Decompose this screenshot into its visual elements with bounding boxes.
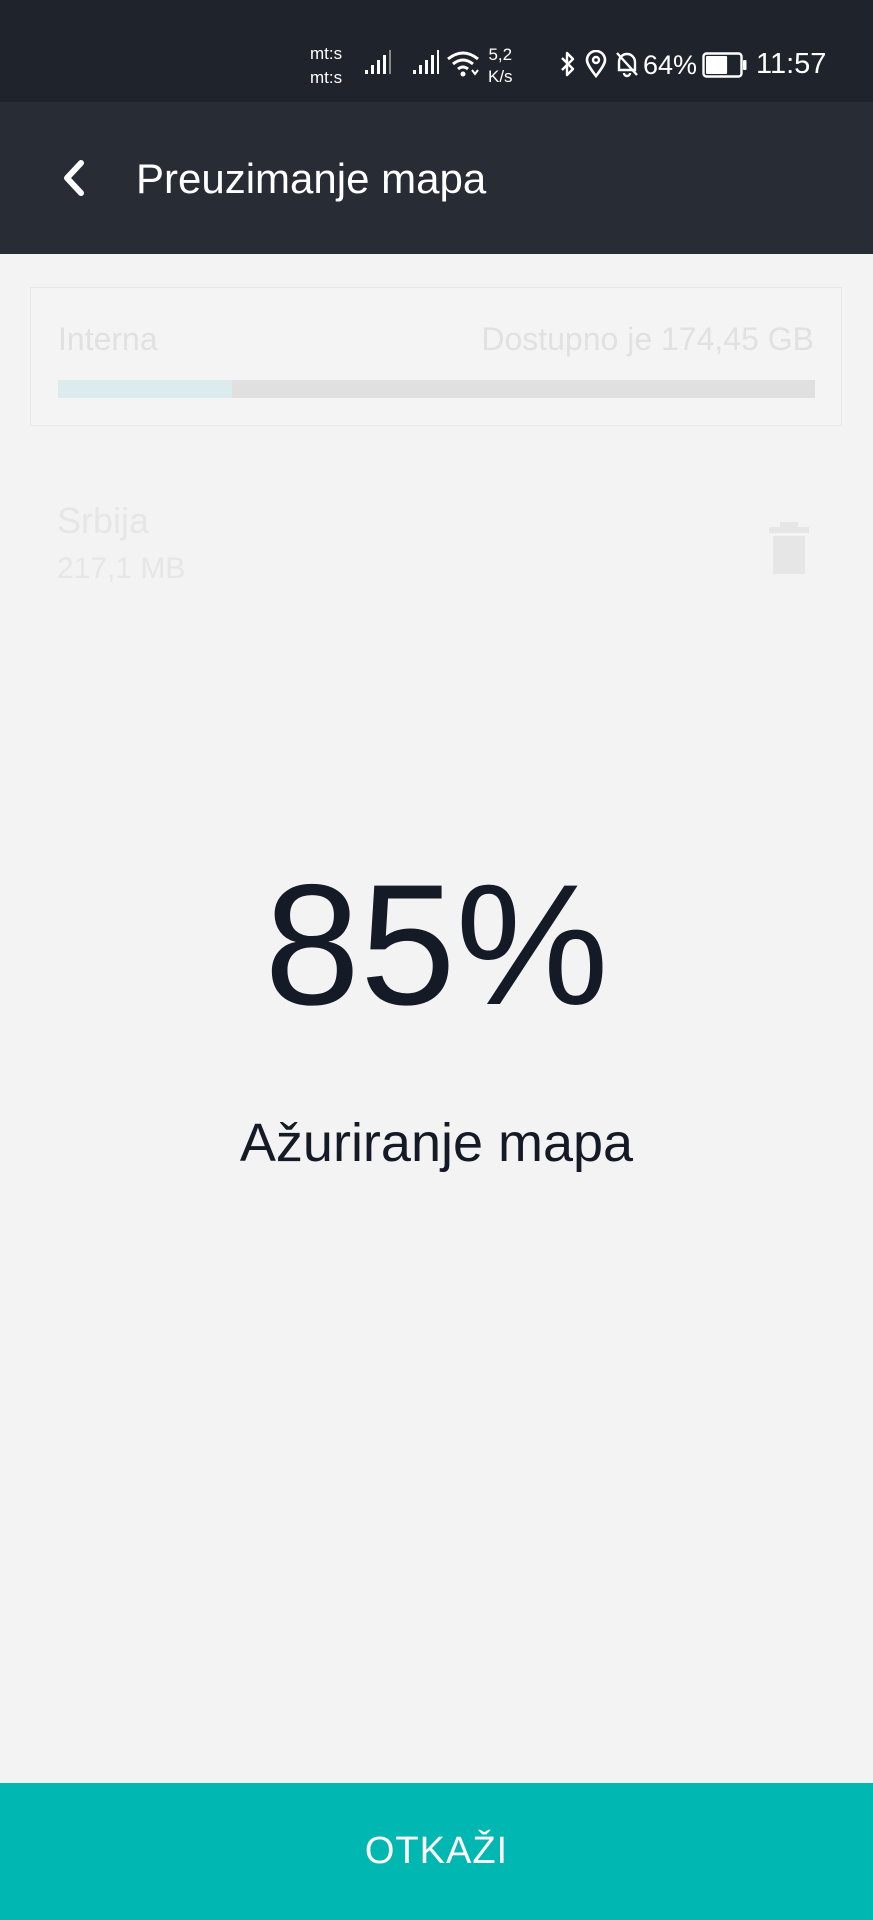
map-name: Srbija (57, 500, 150, 541)
signal-icon (365, 50, 391, 74)
storage-usage-bar (58, 380, 815, 398)
signal-icon (413, 50, 439, 74)
map-size: 217,1 MB (57, 552, 186, 585)
storage-available: Dostupno je 174,45 GB (481, 321, 814, 357)
app-bar: Preuzimanje mapa (0, 102, 873, 254)
location-icon (585, 50, 607, 78)
chevron-left-icon (64, 160, 84, 196)
status-bar: mt:s mt:s 5,2 K/s 64% 11:57 (0, 0, 873, 102)
progress-label: Ažuriranje mapa (239, 1113, 634, 1173)
carrier-names: mt:s mt:s (310, 42, 342, 90)
back-button[interactable] (44, 148, 104, 208)
carrier-2: mt:s (310, 68, 343, 87)
delete-map-button[interactable] (766, 520, 812, 576)
battery-icon (702, 52, 747, 78)
storage-card: Interna Dostupno je 174,45 GB (30, 287, 842, 426)
cancel-button[interactable]: OTKAŽI (0, 1783, 873, 1920)
storage-label: Interna (58, 321, 158, 357)
bell-off-icon (616, 52, 638, 78)
bluetooth-icon (561, 51, 575, 77)
list-item: Srbija 217,1 MB (0, 480, 873, 610)
battery-percent: 64% (643, 50, 698, 80)
trash-icon (769, 522, 809, 574)
storage-usage-fill (58, 380, 233, 398)
progress-percent: 85% (264, 849, 609, 1041)
network-speed-unit: K/s (488, 67, 513, 86)
network-speed: 5,2 K/s (488, 44, 513, 88)
wifi-icon (447, 51, 479, 77)
page-title: Preuzimanje mapa (136, 155, 487, 202)
carrier-1: mt:s (310, 44, 343, 63)
network-speed-value: 5,2 (488, 45, 513, 64)
clock: 11:57 (756, 48, 827, 80)
